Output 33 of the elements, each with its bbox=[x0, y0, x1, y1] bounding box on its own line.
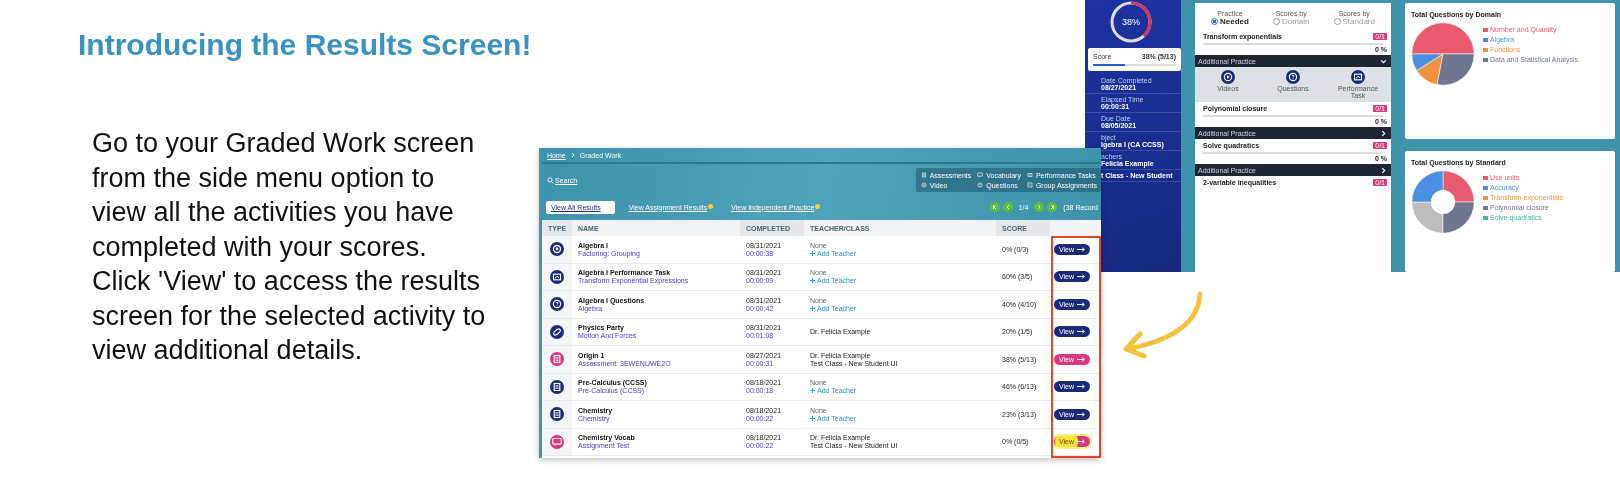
previous-page-icon[interactable] bbox=[1002, 202, 1013, 212]
score-percent: 38% bbox=[1121, 17, 1141, 27]
search-icon bbox=[547, 176, 554, 184]
last-page-icon[interactable] bbox=[1047, 202, 1058, 212]
arrow-right-icon bbox=[1077, 411, 1086, 417]
arrow-right-icon bbox=[1077, 246, 1086, 252]
slide-heading: Introducing the Results Screen! bbox=[78, 28, 532, 62]
plus-icon bbox=[810, 388, 815, 394]
arrow-right-icon bbox=[1077, 384, 1086, 390]
video-icon bbox=[919, 181, 928, 189]
questions-icon[interactable] bbox=[1286, 70, 1300, 84]
arrow-right-icon bbox=[1077, 356, 1086, 362]
arrow-right-icon bbox=[1077, 329, 1086, 335]
plus-icon bbox=[810, 278, 815, 284]
group-icon bbox=[1025, 181, 1034, 189]
plus-icon bbox=[810, 305, 815, 311]
arrow-right-icon bbox=[1077, 301, 1086, 307]
breadcrumb-separator-icon bbox=[570, 152, 575, 158]
plus-icon bbox=[810, 250, 815, 256]
questions-icon bbox=[976, 181, 985, 189]
task-icon[interactable] bbox=[1351, 70, 1365, 84]
domain-pie-drawing bbox=[1411, 22, 1475, 86]
instruction-paragraph: Go to your Graded Work screen from the side menu option to view all the activities you have completed with your scores. Click 'View' to access the results screen for the selected activity to view additional details. bbox=[92, 127, 487, 367]
arrow-right-icon bbox=[1077, 274, 1086, 280]
task-icon bbox=[1025, 171, 1034, 179]
arrow-right-icon bbox=[1077, 439, 1086, 445]
assessment-icon bbox=[919, 171, 928, 179]
standard-donut-drawing bbox=[1411, 170, 1475, 235]
video-icon[interactable] bbox=[1221, 70, 1235, 84]
plus-icon bbox=[810, 415, 815, 421]
vocabulary-icon bbox=[976, 171, 985, 179]
next-page-icon[interactable] bbox=[1034, 202, 1045, 212]
first-page-icon[interactable] bbox=[989, 202, 1000, 212]
